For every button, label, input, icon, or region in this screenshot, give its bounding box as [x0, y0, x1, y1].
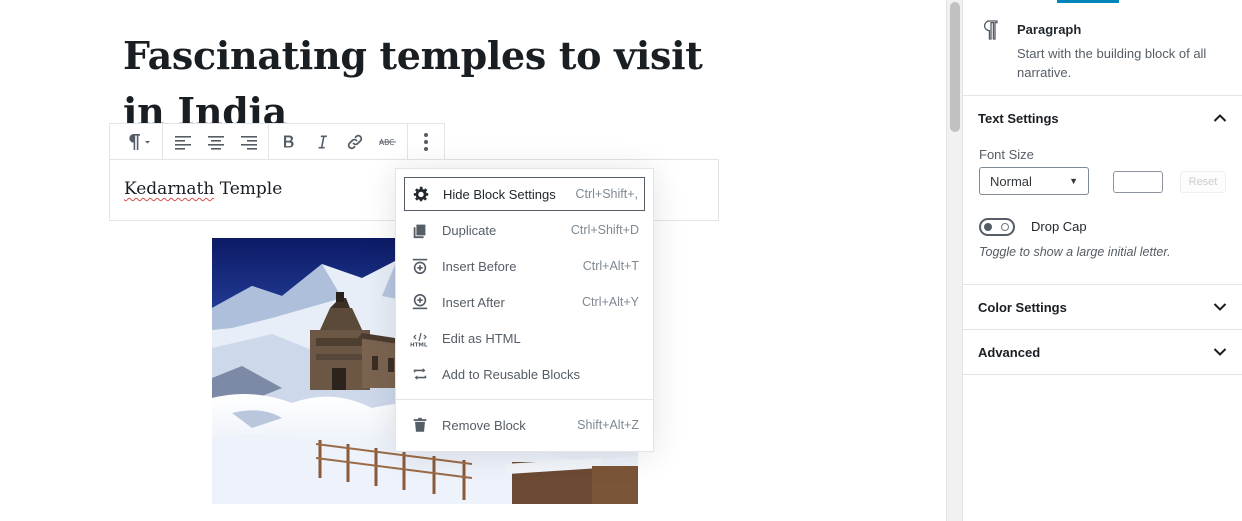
link-icon	[347, 134, 362, 150]
align-right-button[interactable]	[232, 124, 265, 160]
custom-font-size-input[interactable]	[1113, 171, 1163, 193]
toolbar-group-more	[408, 124, 444, 160]
menu-item-shortcut: Ctrl+Shift+D	[570, 223, 639, 237]
advanced-toggle[interactable]: Advanced	[963, 330, 1242, 374]
menu-item-shortcut: Shift+Alt+Z	[577, 418, 639, 432]
advanced-panel: Advanced	[963, 330, 1242, 375]
settings-sidebar: Paragraph Start with the building block …	[962, 0, 1242, 521]
svg-text:ABC: ABC	[379, 138, 394, 147]
menu-item-label: Edit as HTML	[442, 330, 521, 346]
menu-item-duplicate[interactable]: Duplicate Ctrl+Shift+D	[404, 213, 645, 247]
italic-button[interactable]	[305, 124, 338, 160]
block-card-title: Paragraph	[1017, 22, 1082, 37]
duplicate-icon	[410, 220, 430, 240]
drop-cap-label: Drop Cap	[1031, 219, 1087, 234]
strikethrough-button[interactable]: ABC	[371, 124, 404, 160]
insert-after-icon	[410, 292, 430, 312]
menu-separator	[396, 399, 653, 400]
font-size-label: Font Size	[979, 147, 1034, 162]
menu-item-insert-before[interactable]: Insert Before Ctrl+Alt+T	[404, 249, 645, 283]
toggle-off-indicator	[1001, 223, 1009, 231]
gear-icon	[411, 184, 431, 204]
menu-item-add-to-reusable[interactable]: Add to Reusable Blocks	[404, 357, 645, 391]
block-settings-menu: Hide Block Settings Ctrl+Shift+, Duplica…	[395, 168, 654, 452]
toolbar-group-formatting: ABC	[269, 124, 408, 160]
drop-cap-toggle[interactable]	[979, 218, 1015, 236]
menu-item-label: Remove Block	[442, 417, 526, 433]
menu-item-shortcut: Ctrl+Alt+Y	[582, 295, 639, 309]
misspelled-word: Kedarnath	[124, 179, 215, 199]
paragraph-switcher-button[interactable]	[113, 124, 159, 160]
menu-item-shortcut: Ctrl+Alt+T	[582, 259, 639, 273]
menu-item-edit-as-html[interactable]: HTML Edit as HTML	[404, 321, 645, 355]
insert-before-icon	[410, 256, 430, 276]
link-button[interactable]	[338, 124, 371, 160]
menu-item-label: Insert After	[442, 294, 505, 310]
toggle-knob	[984, 223, 992, 231]
trash-icon	[410, 415, 430, 435]
menu-item-label: Hide Block Settings	[443, 186, 556, 202]
chevron-down-icon	[1213, 347, 1227, 357]
more-options-button[interactable]	[411, 124, 441, 160]
editor-canvas: Fascinating temples to visit in India AB…	[0, 0, 946, 521]
scrollbar-thumb[interactable]	[950, 2, 960, 132]
menu-item-insert-after[interactable]: Insert After Ctrl+Alt+Y	[404, 285, 645, 319]
reusable-icon	[410, 364, 430, 384]
menu-item-remove-block[interactable]: Remove Block Shift+Alt+Z	[404, 408, 645, 442]
font-size-select-value: Normal	[990, 173, 1032, 189]
paragraph-text-rest: Temple	[214, 179, 283, 199]
drop-cap-help: Toggle to show a large initial letter.	[979, 245, 1171, 259]
toolbar-group-block-type	[110, 124, 163, 160]
menu-item-label: Duplicate	[442, 222, 497, 238]
italic-icon	[318, 135, 327, 149]
menu-item-shortcut: Ctrl+Shift+,	[575, 187, 638, 201]
panel-title: Advanced	[978, 344, 1041, 360]
ellipsis-vertical-icon	[424, 133, 428, 151]
menu-item-label: Insert Before	[442, 258, 517, 274]
block-card: Paragraph Start with the building block …	[963, 3, 1242, 96]
bold-icon	[283, 135, 294, 148]
paragraph-icon	[129, 134, 150, 150]
toolbar-group-alignment	[163, 124, 269, 160]
align-right-icon	[240, 136, 257, 150]
block-toolbar: ABC	[109, 123, 445, 160]
strikethrough-icon: ABC	[378, 138, 396, 147]
align-left-icon	[174, 136, 191, 150]
font-size-select[interactable]: Normal ▼	[979, 167, 1089, 195]
paragraph-text[interactable]: Kedarnath Temple	[124, 179, 282, 199]
text-settings-panel: Text Settings Font Size Normal ▼ Reset D…	[963, 96, 1242, 285]
text-settings-toggle[interactable]: Text Settings	[963, 96, 1242, 140]
caret-down-icon: ▼	[1069, 176, 1078, 186]
panel-title: Color Settings	[978, 299, 1067, 315]
align-center-button[interactable]	[199, 124, 232, 160]
block-card-description: Start with the building block of all nar…	[1017, 46, 1207, 80]
color-settings-toggle[interactable]: Color Settings	[963, 285, 1242, 329]
align-left-button[interactable]	[166, 124, 199, 160]
svg-text:HTML: HTML	[410, 343, 428, 348]
bold-button[interactable]	[272, 124, 305, 160]
menu-item-label: Add to Reusable Blocks	[442, 366, 581, 382]
chevron-up-icon	[1213, 113, 1227, 123]
reset-font-size-button[interactable]: Reset	[1180, 171, 1226, 193]
panel-title: Text Settings	[978, 110, 1059, 126]
color-settings-panel: Color Settings	[963, 285, 1242, 330]
align-center-icon	[207, 136, 224, 150]
editor-scrollbar[interactable]	[946, 0, 962, 521]
html-icon: HTML	[410, 328, 430, 348]
menu-item-hide-block-settings[interactable]: Hide Block Settings Ctrl+Shift+,	[404, 177, 645, 211]
paragraph-icon	[981, 19, 1001, 46]
chevron-down-icon	[1213, 302, 1227, 312]
